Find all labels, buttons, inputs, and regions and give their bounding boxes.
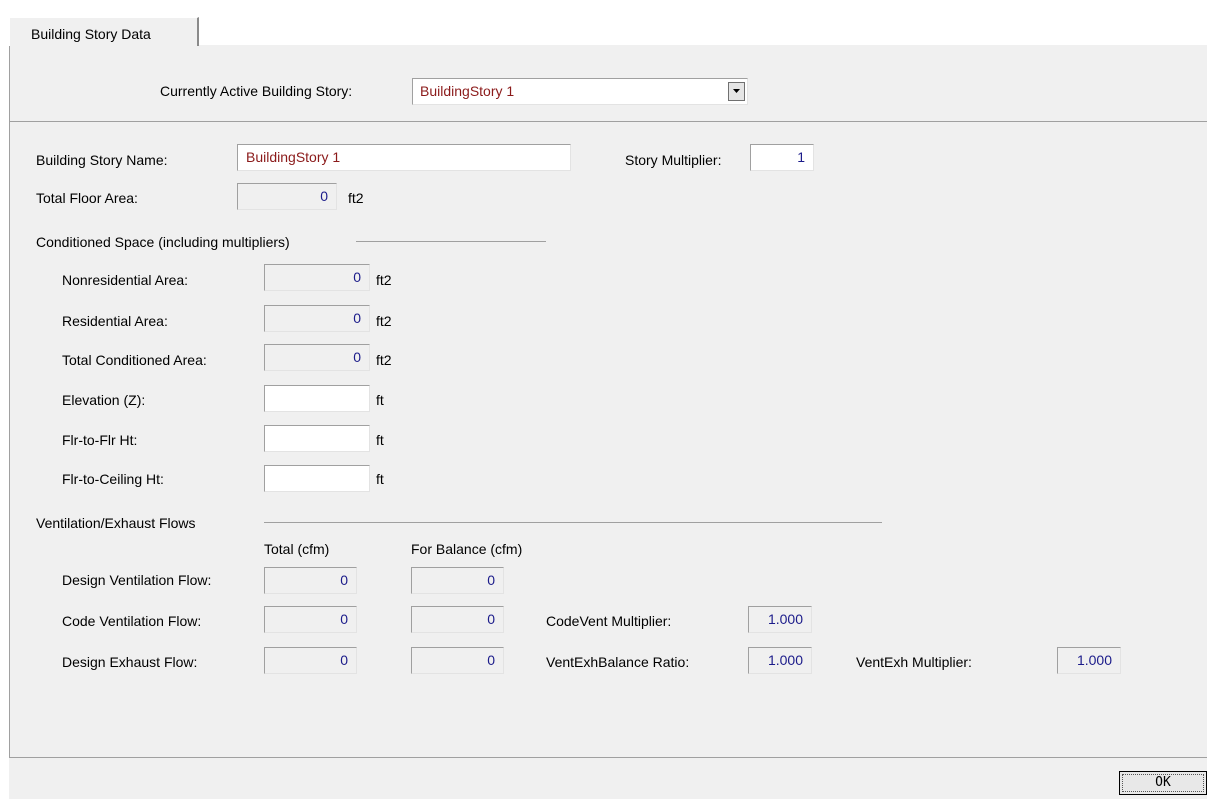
story-multiplier-label: Story Multiplier:	[625, 152, 722, 168]
ventexh-balance-label: VentExhBalance Ratio:	[546, 654, 690, 670]
active-story-value: BuildingStory 1	[420, 83, 515, 99]
nonres-area-value: 0	[264, 264, 370, 291]
ok-button[interactable]: OK	[1119, 771, 1207, 795]
design-vent-total: 0	[264, 567, 357, 594]
code-vent-label: Code Ventilation Flow:	[62, 613, 202, 629]
ventexh-mult-value: 1.000	[1057, 647, 1121, 674]
col-total-header: Total (cfm)	[264, 541, 330, 557]
tab-building-story-data[interactable]: Building Story Data	[9, 17, 199, 46]
flr-to-flr-label: Flr-to-Flr Ht:	[62, 432, 138, 448]
flr-to-ceiling-input[interactable]	[264, 465, 370, 492]
elevation-unit: ft	[376, 392, 384, 408]
conditioned-divider	[356, 241, 546, 242]
codevent-mult-label: CodeVent Multiplier:	[546, 613, 672, 629]
total-floor-area-value: 0	[237, 183, 337, 210]
ventexh-balance-value: 1.000	[748, 647, 812, 674]
flr-to-flr-input[interactable]	[264, 425, 370, 452]
chevron-down-icon[interactable]	[728, 82, 745, 101]
design-exh-balance: 0	[411, 647, 504, 674]
flr-to-ceiling-label: Flr-to-Ceiling Ht:	[62, 471, 164, 487]
total-conditioned-unit: ft2	[376, 352, 392, 368]
total-floor-area-label: Total Floor Area:	[36, 190, 138, 206]
dialog-panel	[9, 45, 1207, 757]
design-vent-label: Design Ventilation Flow:	[62, 572, 212, 588]
active-story-label: Currently Active Building Story:	[160, 83, 353, 99]
conditioned-space-heading: Conditioned Space (including multipliers…	[36, 234, 290, 250]
res-area-value: 0	[264, 305, 370, 332]
flr-to-ceiling-unit: ft	[376, 471, 384, 487]
code-vent-balance: 0	[411, 606, 504, 633]
elevation-label: Elevation (Z):	[62, 392, 146, 408]
story-name-input[interactable]: BuildingStory 1	[237, 144, 571, 171]
nonres-area-label: Nonresidential Area:	[62, 272, 189, 288]
code-vent-total: 0	[264, 606, 357, 633]
col-balance-header: For Balance (cfm)	[411, 541, 523, 557]
codevent-mult-value: 1.000	[748, 606, 812, 633]
res-area-unit: ft2	[376, 313, 392, 329]
tab-label: Building Story Data	[31, 26, 151, 42]
total-conditioned-value: 0	[264, 344, 370, 371]
res-area-label: Residential Area:	[62, 313, 168, 329]
flr-to-flr-unit: ft	[376, 432, 384, 448]
total-floor-area-unit: ft2	[348, 190, 364, 206]
elevation-input[interactable]	[264, 385, 370, 412]
design-vent-balance: 0	[411, 567, 504, 594]
nonres-area-unit: ft2	[376, 272, 392, 288]
story-multiplier-input[interactable]: 1	[750, 144, 814, 171]
story-name-label: Building Story Name:	[36, 152, 168, 168]
active-story-dropdown[interactable]: BuildingStory 1	[412, 78, 748, 105]
ventilation-divider	[264, 522, 882, 523]
design-exh-label: Design Exhaust Flow:	[62, 654, 198, 670]
button-bar	[9, 757, 1207, 799]
ventexh-mult-label: VentExh Multiplier:	[856, 654, 972, 670]
ventilation-heading: Ventilation/Exhaust Flows	[36, 515, 196, 531]
top-divider	[9, 121, 1207, 122]
total-conditioned-label: Total Conditioned Area:	[62, 352, 207, 368]
design-exh-total: 0	[264, 647, 357, 674]
